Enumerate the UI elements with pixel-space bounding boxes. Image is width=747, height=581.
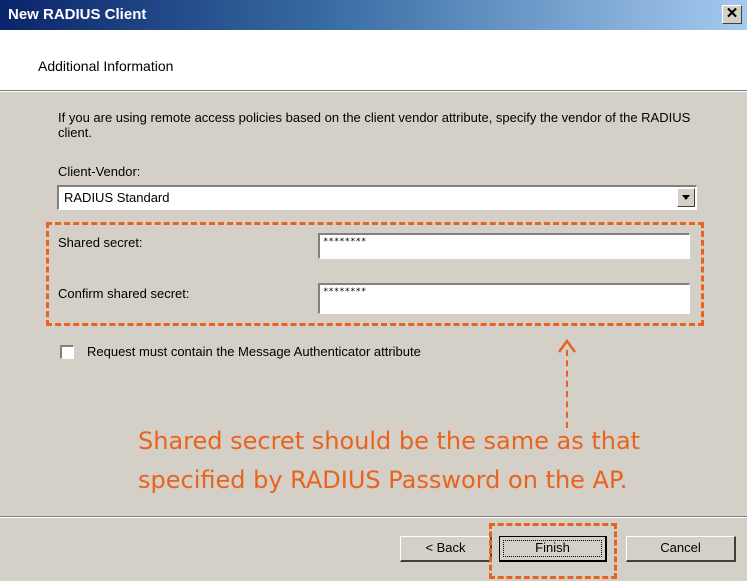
message-authenticator-checkbox[interactable]	[60, 345, 74, 359]
close-icon: ✕	[725, 5, 739, 22]
dropdown-arrow-icon[interactable]	[677, 188, 695, 207]
back-button[interactable]: < Back	[400, 536, 492, 562]
annotation-arrow-line	[566, 350, 568, 428]
window-title: New RADIUS Client	[8, 6, 147, 23]
footer-divider-highlight	[0, 517, 747, 518]
new-radius-client-dialog: New RADIUS Client ✕ Additional Informati…	[0, 0, 747, 581]
page-title: Additional Information	[38, 58, 174, 74]
description-text: If you are using remote access policies …	[58, 110, 691, 140]
cancel-button[interactable]: Cancel	[626, 536, 736, 562]
client-vendor-label: Client-Vendor:	[58, 164, 141, 179]
title-bar: New RADIUS Client ✕	[0, 0, 747, 30]
client-vendor-select[interactable]: RADIUS Standard	[57, 185, 697, 210]
message-authenticator-label: Request must contain the Message Authent…	[87, 344, 421, 359]
finish-highlight-box	[489, 523, 617, 579]
annotation-line-1: Shared secret should be the same as that	[138, 427, 641, 455]
header-divider-highlight	[0, 91, 747, 92]
secret-highlight-box	[46, 222, 704, 326]
client-vendor-value: RADIUS Standard	[64, 190, 170, 205]
close-button[interactable]: ✕	[722, 5, 742, 24]
annotation-line-2: specified by RADIUS Password on the AP.	[138, 466, 628, 494]
